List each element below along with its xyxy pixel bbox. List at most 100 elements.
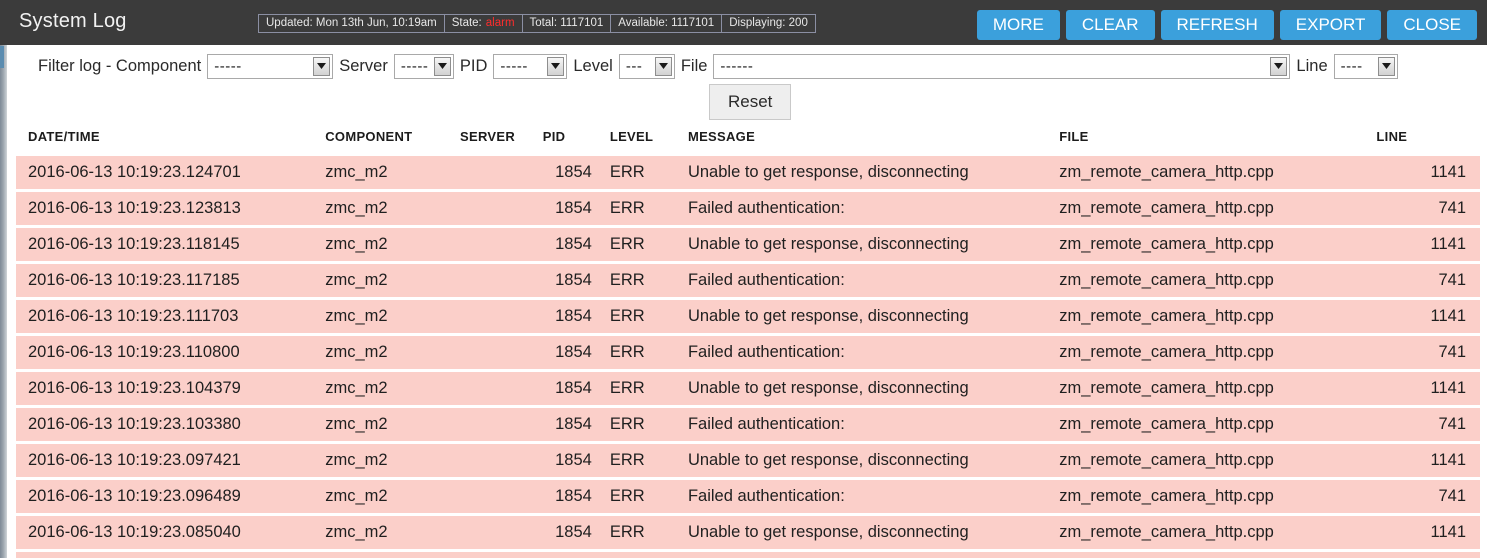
status-available: Available: 1117101: [611, 15, 723, 32]
log-cell-message: Failed authentication:: [673, 478, 1060, 516]
log-cell-component: zmc_m2: [325, 550, 459, 558]
col-header-message[interactable]: MESSAGE: [673, 129, 1060, 156]
log-cell-server: [458, 550, 509, 558]
log-cell-level: ERR: [591, 298, 674, 336]
log-cell-line: 1141: [1368, 226, 1480, 264]
log-cell-level: ERR: [591, 406, 674, 444]
log-cell-file: zm_remote_camera_http.cpp: [1059, 298, 1369, 336]
log-cell-component: zmc_m2: [325, 406, 459, 444]
log-cell-file: zm_remote_camera_http.cpp: [1059, 334, 1369, 372]
file-label: File: [680, 56, 708, 75]
table-row[interactable]: 2016-06-13 10:19:23.124701 zmc_m2 1854 ERR U…: [16, 156, 1480, 192]
close-button[interactable]: CLOSE: [1387, 10, 1477, 40]
log-cell-level: ERR: [591, 262, 674, 300]
status-displaying: Displaying: 200: [729, 16, 808, 29]
more-button[interactable]: MORE: [976, 10, 1060, 40]
window-left-edge-top: [0, 0, 7, 45]
log-cell-message: Failed authentication:: [673, 550, 1060, 558]
col-header-level[interactable]: LEVEL: [591, 129, 674, 156]
col-header-line[interactable]: LINE: [1368, 129, 1480, 156]
pid-select[interactable]: -----: [493, 53, 568, 79]
log-cell-message: Unable to get response, disconnecting: [673, 156, 1060, 192]
col-header-server[interactable]: SERVER: [458, 129, 515, 156]
log-table-area: DATE/TIME COMPONENT SERVER PID LEVEL MES…: [16, 129, 1480, 558]
table-row[interactable]: 2016-06-13 10:19:23.118145 zmc_m2 1854 ERR U…: [16, 226, 1480, 264]
reset-button[interactable]: Reset: [709, 84, 792, 120]
log-cell-server: [458, 262, 509, 300]
table-row[interactable]: 2016-06-13 10:19:23.103380 zmc_m2 1854 ERR F…: [16, 406, 1480, 444]
log-cell-server: [458, 406, 509, 444]
status-state-value: alarm: [485, 16, 515, 29]
col-header-datetime[interactable]: DATE/TIME: [16, 129, 326, 156]
log-cell-line: 741: [1368, 334, 1480, 372]
scrollbar-thumb[interactable]: [0, 46, 4, 68]
status-total: Total: 1117101: [523, 15, 612, 32]
log-cell-line: 741: [1368, 406, 1480, 444]
log-table-head: DATE/TIME COMPONENT SERVER PID LEVEL MES…: [16, 129, 1480, 156]
log-cell-datetime: 2016-06-13 10:19:23.084272: [16, 550, 326, 558]
table-row[interactable]: 2016-06-13 10:19:23.097421 zmc_m2 1854 ERR U…: [16, 442, 1480, 480]
log-cell-datetime: 2016-06-13 10:19:23.118145: [16, 226, 326, 264]
table-row[interactable]: 2016-06-13 10:19:23.084272zmc_m2 1854ERRF…: [16, 550, 1480, 558]
log-cell-server: [458, 514, 509, 552]
log-cell-component: zmc_m2: [325, 156, 459, 192]
log-cell-message: Unable to get response, disconnecting: [673, 370, 1060, 408]
col-header-pid[interactable]: PID: [508, 129, 592, 156]
log-cell-file: zm_remote_camera_http.cpp: [1059, 262, 1369, 300]
log-cell-line: 741: [1368, 262, 1480, 300]
log-cell-server: [458, 190, 509, 228]
log-cell-component: zmc_m2: [325, 370, 459, 408]
export-button[interactable]: EXPORT: [1279, 10, 1382, 40]
log-cell-datetime: 2016-06-13 10:19:23.123813: [16, 190, 326, 228]
line-select[interactable]: ----: [1333, 53, 1398, 79]
log-cell-datetime: 2016-06-13 10:19:23.110800: [16, 334, 326, 372]
log-cell-component: zmc_m2: [325, 298, 459, 336]
level-select[interactable]: ---: [618, 53, 675, 79]
table-row[interactable]: 2016-06-13 10:19:23.117185 zmc_m2 1854 ERR F…: [16, 262, 1480, 300]
file-select-value: ------: [720, 57, 754, 75]
log-cell-server: [458, 298, 509, 336]
log-cell-line: 1141: [1368, 514, 1480, 552]
status-state: State: alarm: [445, 15, 523, 32]
log-cell-file: zm_remote_camera_http.cpp: [1059, 550, 1369, 558]
clear-button[interactable]: CLEAR: [1065, 10, 1155, 40]
log-cell-component: zmc_m2: [325, 442, 459, 480]
refresh-button[interactable]: REFRESH: [1160, 10, 1274, 40]
table-row[interactable]: 2016-06-13 10:19:23.123813 zmc_m2 1854 ERR F…: [16, 190, 1480, 228]
log-cell-server: [458, 334, 509, 372]
component-select[interactable]: -----: [207, 53, 334, 79]
col-header-file[interactable]: FILE: [1059, 129, 1369, 156]
log-cell-pid: 1854: [508, 262, 592, 300]
window-left-scrollbar[interactable]: [0, 0, 7, 558]
log-cell-message: Unable to get response, disconnecting: [673, 226, 1060, 264]
table-row[interactable]: 2016-06-13 10:19:23.096489 zmc_m2 1854 ERR F…: [16, 478, 1480, 516]
log-cell-level: ERR: [591, 550, 674, 558]
log-cell-level: ERR: [591, 514, 674, 552]
log-cell-datetime: 2016-06-13 10:19:23.085040: [16, 514, 326, 552]
log-cell-file: zm_remote_camera_http.cpp: [1059, 514, 1369, 552]
log-cell-file: zm_remote_camera_http.cpp: [1059, 190, 1369, 228]
log-cell-component: zmc_m2: [325, 478, 459, 516]
header-bar: System Log Updated: Mon 13th Jun, 10:19a…: [0, 0, 1487, 45]
log-cell-level: ERR: [591, 478, 674, 516]
table-row[interactable]: 2016-06-13 10:19:23.110800 zmc_m2 1854 ERR F…: [16, 334, 1480, 372]
server-select[interactable]: -----: [393, 53, 454, 79]
log-cell-pid: 1854: [508, 334, 592, 372]
log-cell-message: Failed authentication:: [673, 406, 1060, 444]
log-cell-server: [458, 478, 509, 516]
table-row[interactable]: 2016-06-13 10:19:23.104379 zmc_m2 1854 ERR U…: [16, 370, 1480, 408]
log-cell-component: zmc_m2: [325, 190, 459, 228]
col-header-component[interactable]: COMPONENT: [325, 129, 459, 156]
file-select[interactable]: ------: [713, 53, 1291, 79]
log-table: DATE/TIME COMPONENT SERVER PID LEVEL MES…: [16, 129, 1480, 558]
log-cell-pid: 1854: [508, 514, 592, 552]
log-cell-level: ERR: [591, 442, 674, 480]
table-row[interactable]: 2016-06-13 10:19:23.085040 zmc_m2 1854 ERR U…: [16, 514, 1480, 552]
log-cell-datetime: 2016-06-13 10:19:23.096489: [16, 478, 326, 516]
log-cell-pid: 1854: [508, 156, 592, 192]
log-cell-message: Unable to get response, disconnecting: [673, 298, 1060, 336]
table-row[interactable]: 2016-06-13 10:19:23.111703 zmc_m2 1854 ERR U…: [16, 298, 1480, 336]
log-cell-line: 741: [1368, 190, 1480, 228]
log-cell-level: ERR: [591, 190, 674, 228]
log-cell-server: [458, 370, 509, 408]
